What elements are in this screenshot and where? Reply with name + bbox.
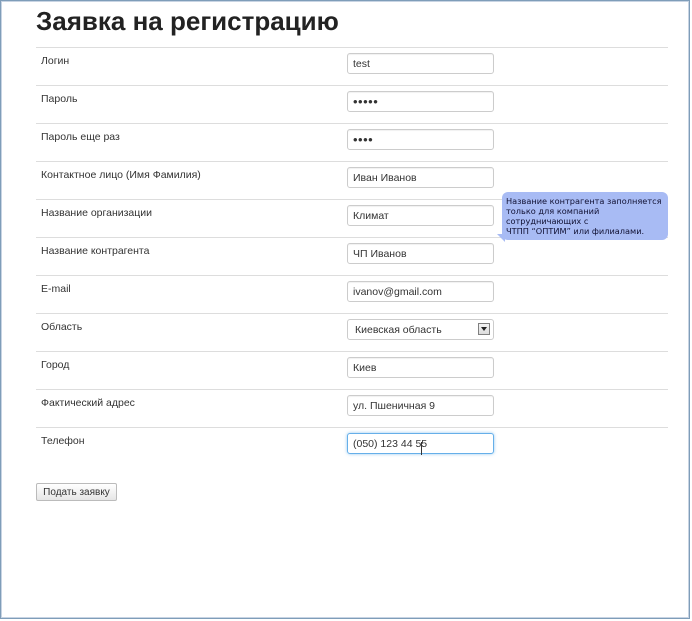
region-label: Область [41, 321, 83, 333]
organization-label: Название организации [41, 207, 153, 219]
contact-input[interactable] [347, 167, 494, 188]
registration-form: Логин Пароль Пароль еще раз Контактное л… [36, 47, 668, 465]
form-row-address: Фактический адрес [36, 389, 668, 427]
page-title: Заявка на регистрацию [36, 6, 339, 36]
chevron-down-icon[interactable] [478, 323, 490, 335]
counterparty-hint-tooltip: Название контрагента заполняется только … [502, 192, 668, 240]
password-input[interactable] [347, 91, 494, 112]
tooltip-tail [497, 234, 505, 242]
form-row-password: Пароль [36, 85, 668, 123]
counterparty-input[interactable] [347, 243, 494, 264]
organization-input[interactable] [347, 205, 494, 226]
city-label: Город [41, 359, 70, 371]
password-repeat-input[interactable] [347, 129, 494, 150]
form-row-phone: Телефон [36, 427, 668, 465]
password-label: Пароль [41, 93, 78, 105]
address-label: Фактический адрес [41, 397, 135, 409]
address-input[interactable] [347, 395, 494, 416]
form-row-region: Область Киевская область [36, 313, 668, 351]
form-row-password-repeat: Пароль еще раз [36, 123, 668, 161]
city-input[interactable] [347, 357, 494, 378]
login-label: Логин [41, 55, 70, 67]
email-label: E-mail [41, 283, 71, 295]
email-input[interactable] [347, 281, 494, 302]
phone-label: Телефон [41, 435, 85, 447]
text-cursor [421, 442, 422, 455]
login-input[interactable] [347, 53, 494, 74]
submit-button[interactable]: Подать заявку [36, 483, 117, 501]
region-select-value: Киевская область [355, 324, 442, 336]
contact-label: Контактное лицо (Имя Фамилия) [41, 169, 201, 181]
password-repeat-label: Пароль еще раз [41, 131, 120, 143]
form-row-email: E-mail [36, 275, 668, 313]
form-row-city: Город [36, 351, 668, 389]
region-select[interactable]: Киевская область [347, 319, 494, 340]
counterparty-label: Название контрагента [41, 245, 150, 257]
form-row-login: Логин [36, 47, 668, 85]
form-row-counterparty: Название контрагента [36, 237, 668, 275]
